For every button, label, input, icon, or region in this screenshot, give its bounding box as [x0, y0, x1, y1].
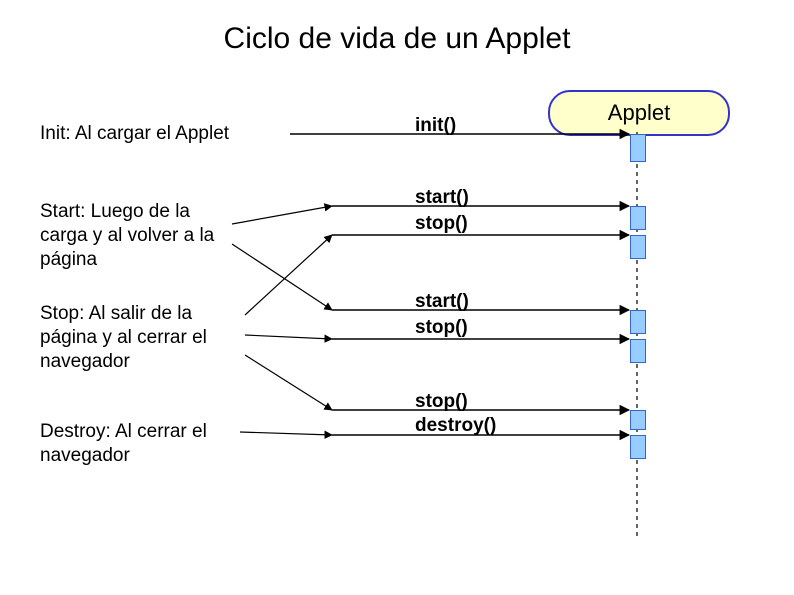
desc-stop: Stop: Al salir de la página y al cerrar …	[40, 302, 250, 373]
msg-start2: start()	[415, 290, 469, 314]
activation-stop3	[630, 410, 646, 430]
activation-destroy	[630, 435, 646, 459]
desc-init: Init: Al cargar el Applet	[40, 122, 290, 146]
applet-object-label: Applet	[608, 100, 670, 126]
msg-stop2: stop()	[415, 316, 468, 340]
msg-start1: start()	[415, 186, 469, 210]
msg-stop1: stop()	[415, 212, 468, 236]
desc-destroy: Destroy: Al cerrar el navegador	[40, 420, 250, 468]
msg-destroy: destroy()	[415, 414, 496, 438]
activation-stop2	[630, 339, 646, 363]
msg-init: init()	[415, 114, 456, 138]
applet-object-box: Applet	[548, 90, 730, 136]
msg-stop3: stop()	[415, 390, 468, 414]
activation-start1	[630, 206, 646, 230]
activation-start2	[630, 310, 646, 334]
desc-start: Start: Luego de la carga y al volver a l…	[40, 200, 240, 271]
slide-title: Ciclo de vida de un Applet	[0, 22, 794, 56]
activation-init	[630, 134, 646, 162]
activation-stop1	[630, 235, 646, 259]
